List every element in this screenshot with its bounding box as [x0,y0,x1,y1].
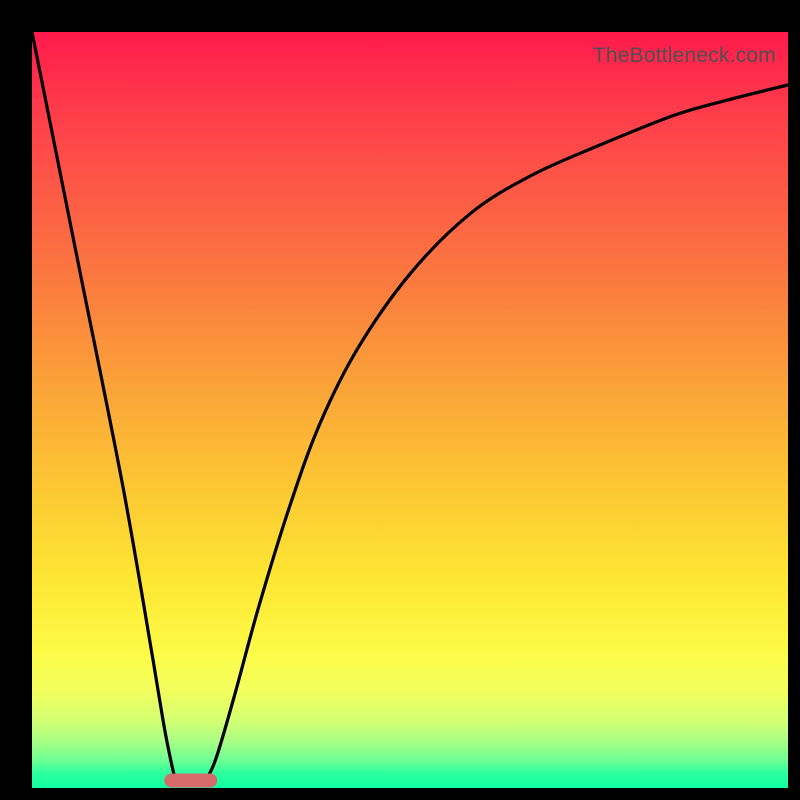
curve-right-branch [206,85,788,781]
chart-frame: TheBottleneck.com [0,0,800,800]
chart-curves [32,32,788,780]
chart-svg [32,32,788,788]
plot-area: TheBottleneck.com [32,32,788,788]
curve-left-branch [32,32,176,780]
attribution-text: TheBottleneck.com [593,44,776,68]
bottleneck-marker [164,773,217,787]
